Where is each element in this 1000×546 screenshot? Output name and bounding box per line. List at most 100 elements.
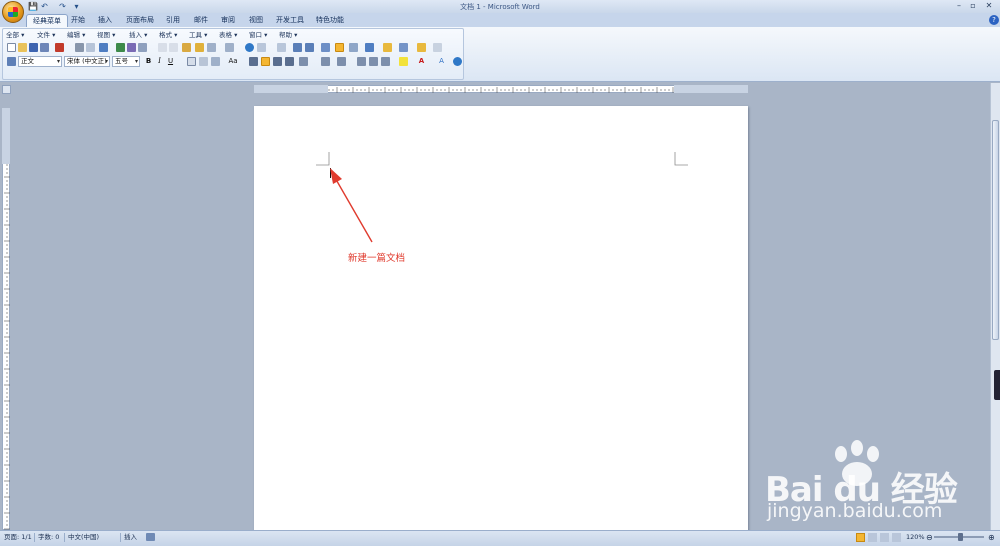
read-mode-icon[interactable]: [365, 43, 374, 52]
document-map-icon[interactable]: [321, 43, 330, 52]
justify-icon[interactable]: [285, 57, 294, 66]
tab-classic-menu[interactable]: 经典菜单: [26, 14, 68, 27]
tab-selector-icon[interactable]: [2, 85, 11, 94]
decrease-indent-icon[interactable]: [357, 57, 366, 66]
pdf-icon[interactable]: [55, 43, 64, 52]
increase-indent-icon[interactable]: [369, 57, 378, 66]
tab-special[interactable]: 特色功能: [310, 14, 350, 27]
more-icon[interactable]: [433, 43, 442, 52]
menu-all[interactable]: 全部 ▾: [6, 31, 24, 40]
menu-tools[interactable]: 工具 ▾: [189, 31, 207, 40]
insert-table-icon[interactable]: [277, 43, 286, 52]
window-title: 文档 1 - Microsoft Word: [460, 3, 540, 11]
tab-developer[interactable]: 开发工具: [270, 14, 310, 27]
show-marks-icon[interactable]: [335, 43, 344, 52]
status-words[interactable]: 字数: 0: [38, 533, 59, 542]
scrollbar-thumb[interactable]: [992, 120, 999, 340]
format-painter-icon[interactable]: [195, 43, 204, 52]
undo-icon[interactable]: [207, 43, 216, 52]
print-layout-view-icon[interactable]: [856, 533, 865, 542]
tab-mailings[interactable]: 邮件: [188, 14, 214, 27]
tab-view[interactable]: 视图: [243, 14, 269, 27]
textbox-icon[interactable]: [417, 43, 426, 52]
columns-icon[interactable]: [293, 43, 302, 52]
permission-icon[interactable]: [40, 43, 49, 52]
macro-record-icon[interactable]: [146, 533, 155, 541]
open-icon[interactable]: [18, 43, 27, 52]
thesaurus-icon[interactable]: [127, 43, 136, 52]
drawing-icon[interactable]: [305, 43, 314, 52]
char-border-icon[interactable]: [187, 57, 196, 66]
tab-page-layout[interactable]: 页面布局: [120, 14, 160, 27]
status-mode[interactable]: 插入: [124, 533, 137, 542]
close-button[interactable]: ✕: [982, 1, 996, 11]
print-preview-icon[interactable]: [86, 43, 95, 52]
numbering-icon[interactable]: [321, 57, 330, 66]
restore-button[interactable]: ▫: [966, 1, 980, 11]
spelling-icon[interactable]: [116, 43, 125, 52]
menu-view[interactable]: 视图 ▾: [97, 31, 115, 40]
align-left-icon[interactable]: [249, 57, 258, 66]
ruler-left-margin: [254, 85, 328, 93]
tab-insert[interactable]: 插入: [92, 14, 118, 27]
bold-button[interactable]: B: [144, 57, 153, 66]
align-right-icon[interactable]: [273, 57, 282, 66]
zoom-slider-thumb[interactable]: [958, 533, 963, 541]
line-spacing-icon[interactable]: [299, 57, 308, 66]
menu-edit[interactable]: 编辑 ▾: [67, 31, 85, 40]
new-doc-icon[interactable]: [7, 43, 16, 52]
full-screen-view-icon[interactable]: [868, 533, 877, 542]
menu-help[interactable]: 帮助 ▾: [279, 31, 297, 40]
styles-icon[interactable]: [7, 57, 16, 66]
save-icon[interactable]: [29, 43, 38, 52]
shapes-icon[interactable]: [399, 43, 408, 52]
menu-table[interactable]: 表格 ▾: [219, 31, 237, 40]
zoom-level[interactable]: 120%: [906, 533, 925, 542]
vertical-ruler[interactable]: [2, 108, 10, 530]
word-count-icon[interactable]: [138, 43, 147, 52]
font-color-button[interactable]: A: [417, 57, 426, 66]
font-select[interactable]: 宋体 (中文正): [64, 56, 110, 67]
font-size-select[interactable]: 五号: [112, 56, 140, 67]
cut-icon[interactable]: [158, 43, 167, 52]
menu-insert[interactable]: 插入 ▾: [129, 31, 147, 40]
underline-button[interactable]: U: [166, 57, 175, 66]
text-effect-button[interactable]: A: [437, 57, 446, 66]
research-icon[interactable]: [99, 43, 108, 52]
minimize-button[interactable]: –: [952, 1, 966, 11]
menu-format[interactable]: 格式 ▾: [159, 31, 177, 40]
style-select[interactable]: 正文: [18, 56, 62, 67]
tab-references[interactable]: 引用: [160, 14, 186, 27]
change-case-button[interactable]: Aa: [227, 57, 239, 66]
table-icon[interactable]: [257, 43, 266, 52]
highlight-icon[interactable]: [383, 43, 392, 52]
redo-icon[interactable]: [225, 43, 234, 52]
web-view-icon[interactable]: [880, 533, 889, 542]
hyperlink-icon[interactable]: [245, 43, 254, 52]
outline-view-icon[interactable]: [892, 533, 901, 542]
char-shading-icon[interactable]: [199, 57, 208, 66]
tab-home[interactable]: 开始: [65, 14, 91, 27]
zoom-out-icon[interactable]: ⊖: [926, 533, 933, 542]
side-widget-tab[interactable]: [994, 370, 1000, 400]
menu-file[interactable]: 文件 ▾: [37, 31, 55, 40]
help-icon[interactable]: [453, 57, 462, 66]
status-page[interactable]: 页面: 1/1: [4, 533, 32, 542]
help-icon[interactable]: ?: [989, 15, 999, 25]
vruler-top-margin: [2, 108, 10, 164]
office-button[interactable]: [2, 1, 24, 23]
char-scale-icon[interactable]: [211, 57, 220, 66]
zoom-icon[interactable]: [349, 43, 358, 52]
text-direction-icon[interactable]: [381, 57, 390, 66]
bullets-icon[interactable]: [337, 57, 346, 66]
status-language[interactable]: 中文(中国): [68, 533, 99, 542]
align-center-icon[interactable]: [261, 57, 270, 66]
print-icon[interactable]: [75, 43, 84, 52]
italic-button[interactable]: I: [155, 57, 164, 66]
zoom-in-icon[interactable]: ⊕: [988, 533, 995, 542]
highlight-color-icon[interactable]: [399, 57, 408, 66]
copy-icon[interactable]: [169, 43, 178, 52]
paste-icon[interactable]: [182, 43, 191, 52]
tab-review[interactable]: 审阅: [215, 14, 241, 27]
menu-window[interactable]: 窗口 ▾: [249, 31, 267, 40]
